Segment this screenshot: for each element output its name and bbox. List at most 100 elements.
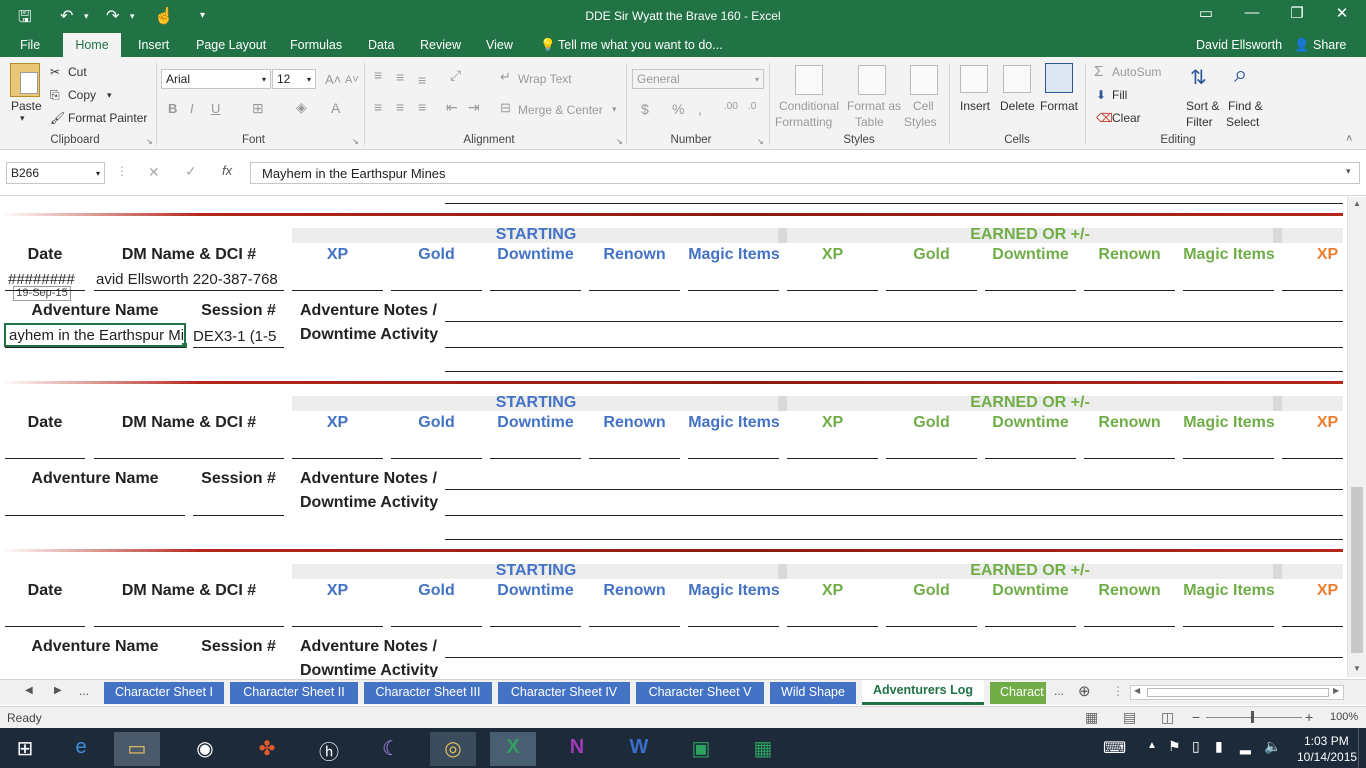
align-top-icon[interactable]: ≡ <box>374 67 382 83</box>
tab-insert[interactable]: Insert <box>138 38 169 52</box>
entry-session-cell[interactable]: DEX3-1 (1-5 <box>193 328 284 345</box>
insert-function-button[interactable]: fx <box>222 163 232 178</box>
fill-button[interactable]: Fill <box>1112 88 1127 102</box>
new-sheet-icon[interactable]: ⊕ <box>1078 682 1091 700</box>
tab-review[interactable]: Review <box>420 38 461 52</box>
tab-data[interactable]: Data <box>368 38 394 52</box>
delete-cells-button[interactable]: Delete <box>1000 99 1035 113</box>
wrap-text-button[interactable]: Wrap Text <box>518 72 572 86</box>
chrome-icon[interactable]: ◎ <box>430 732 476 766</box>
zoom-slider[interactable] <box>1206 717 1302 718</box>
format-painter-button[interactable]: Format Painter <box>68 111 147 125</box>
eclipse-app-icon[interactable]: ☾ <box>368 732 414 766</box>
align-middle-icon[interactable]: ≡ <box>396 69 404 85</box>
grow-font-icon[interactable]: A˄ <box>325 72 341 87</box>
file-explorer-icon[interactable]: ▭ <box>114 732 160 766</box>
alignment-launcher-icon[interactable]: ↘ <box>616 137 623 146</box>
paste-button[interactable]: Paste <box>11 99 42 113</box>
windows-start-icon[interactable]: ⊞ <box>2 732 48 766</box>
sheet-tab-character-partial[interactable]: Charact <box>990 682 1046 704</box>
conditional-formatting-label-1[interactable]: Conditional <box>778 99 840 113</box>
word-icon[interactable]: W <box>616 732 662 766</box>
copy-button[interactable]: Copy <box>68 88 96 102</box>
vertical-scrollbar[interactable]: ▲ ▼ <box>1347 197 1366 677</box>
more-tabs-right-icon[interactable]: ... <box>1054 684 1064 698</box>
underline-icon[interactable]: U <box>211 101 220 116</box>
zoom-out-icon[interactable]: − <box>1192 709 1200 725</box>
sheet-tab-character-sheet-4[interactable]: Character Sheet IV <box>498 682 630 704</box>
flag-icon[interactable]: ⚑ <box>1168 738 1181 755</box>
scroll-tabs-right-icon[interactable]: ▶ <box>54 685 62 696</box>
sheet-tab-character-sheet-2[interactable]: Character Sheet II <box>230 682 358 704</box>
more-tabs-left-icon[interactable]: ... <box>79 684 89 698</box>
scroll-down-icon[interactable]: ▼ <box>1353 664 1361 673</box>
hscroll-thumb[interactable] <box>1147 688 1329 697</box>
ribbon-display-icon[interactable]: ▭ <box>1186 4 1226 22</box>
sheet-tab-character-sheet-5[interactable]: Character Sheet V <box>636 682 764 704</box>
currency-icon[interactable]: $ <box>641 101 649 117</box>
increase-indent-icon[interactable]: ⇥ <box>468 99 480 116</box>
font-launcher-icon[interactable]: ↘ <box>352 137 359 146</box>
fill-color-icon[interactable]: ◈ <box>296 99 307 116</box>
scroll-up-icon[interactable]: ▲ <box>1353 199 1361 208</box>
merge-dropdown-icon[interactable]: ▾ <box>612 104 617 115</box>
borders-icon[interactable]: ⊞ <box>252 100 264 117</box>
conditional-formatting-label-2[interactable]: Formatting <box>775 115 832 129</box>
page-break-view-icon[interactable]: ◫ <box>1161 709 1174 726</box>
hscroll-right-icon[interactable]: ▶ <box>1333 686 1339 695</box>
sheet-tab-wild-shape[interactable]: Wild Shape <box>770 682 856 704</box>
align-bottom-icon[interactable]: ≡ <box>418 72 426 88</box>
scroll-tabs-left-icon[interactable]: ◀ <box>25 685 33 696</box>
format-as-table-label-2[interactable]: Table <box>855 115 884 129</box>
sheet-tab-character-sheet-1[interactable]: Character Sheet I <box>104 682 224 704</box>
italic-icon[interactable]: I <box>190 101 194 116</box>
active-cell-adventure[interactable]: ayhem in the Earthspur Min <box>4 323 186 347</box>
align-right-icon[interactable]: ≡ <box>418 99 426 115</box>
network-icon[interactable]: ▂ <box>1240 738 1251 755</box>
expand-formula-bar-icon[interactable]: ▾ <box>1346 166 1351 177</box>
zoom-slider-thumb[interactable] <box>1251 711 1254 723</box>
show-hidden-icons[interactable]: ▲ <box>1147 740 1157 751</box>
clock-date[interactable]: 10/14/2015 <box>1297 750 1357 764</box>
clear-button[interactable]: Clear <box>1112 111 1141 125</box>
scroll-thumb[interactable] <box>1351 487 1363 653</box>
tab-home[interactable]: Home <box>63 33 121 58</box>
tab-view[interactable]: View <box>486 38 513 52</box>
name-box[interactable]: B266 ▾ <box>6 162 105 184</box>
close-icon[interactable]: ✕ <box>1322 4 1362 22</box>
align-left-icon[interactable]: ≡ <box>374 99 382 115</box>
battery-icon[interactable]: ▮ <box>1215 738 1223 755</box>
tablet-icon[interactable]: ▯ <box>1192 738 1200 755</box>
store-icon[interactable]: ▣ <box>678 732 724 766</box>
zoom-level[interactable]: 100% <box>1330 711 1358 723</box>
paste-dropdown-icon[interactable]: ▾ <box>20 113 25 124</box>
keyboard-icon[interactable]: ⌨ <box>1103 738 1126 758</box>
decrease-decimal-icon[interactable]: .0 <box>748 101 756 112</box>
increase-decimal-icon[interactable]: .00 <box>724 101 738 112</box>
font-color-icon[interactable]: A <box>331 100 340 116</box>
page-layout-view-icon[interactable]: ▤ <box>1123 709 1136 726</box>
insert-cells-button[interactable]: Insert <box>960 99 990 113</box>
tab-split-grip-icon[interactable]: ⋮ <box>1112 684 1124 698</box>
cell-styles-label-1[interactable]: Cell <box>913 99 934 113</box>
percent-icon[interactable]: % <box>672 101 684 117</box>
restore-icon[interactable]: ❐ <box>1277 4 1317 22</box>
clipboard-launcher-icon[interactable]: ↘ <box>146 137 153 146</box>
shrink-font-icon[interactable]: A˅ <box>345 74 359 86</box>
tab-formulas[interactable]: Formulas <box>290 38 342 52</box>
copy-dropdown-icon[interactable]: ▾ <box>107 90 112 101</box>
zoom-in-icon[interactable]: + <box>1305 709 1313 725</box>
tab-page-layout[interactable]: Page Layout <box>196 38 266 52</box>
autosum-button[interactable]: AutoSum <box>1112 65 1161 79</box>
find-select-label-2[interactable]: Select <box>1226 115 1259 129</box>
hp-icon[interactable]: ⓗ <box>306 732 352 766</box>
share-button[interactable]: Share <box>1313 38 1346 52</box>
sheet-tab-adventurers-log[interactable]: Adventurers Log <box>862 680 984 705</box>
decrease-indent-icon[interactable]: ⇤ <box>446 99 458 116</box>
align-center-icon[interactable]: ≡ <box>396 99 404 115</box>
number-format-combo[interactable]: General ▾ <box>632 69 764 89</box>
puzzle-app-icon[interactable]: ✤ <box>244 732 290 766</box>
confirm-entry-icon[interactable]: ✓ <box>185 163 197 180</box>
number-launcher-icon[interactable]: ↘ <box>757 137 764 146</box>
sort-filter-label-2[interactable]: Filter <box>1186 115 1213 129</box>
